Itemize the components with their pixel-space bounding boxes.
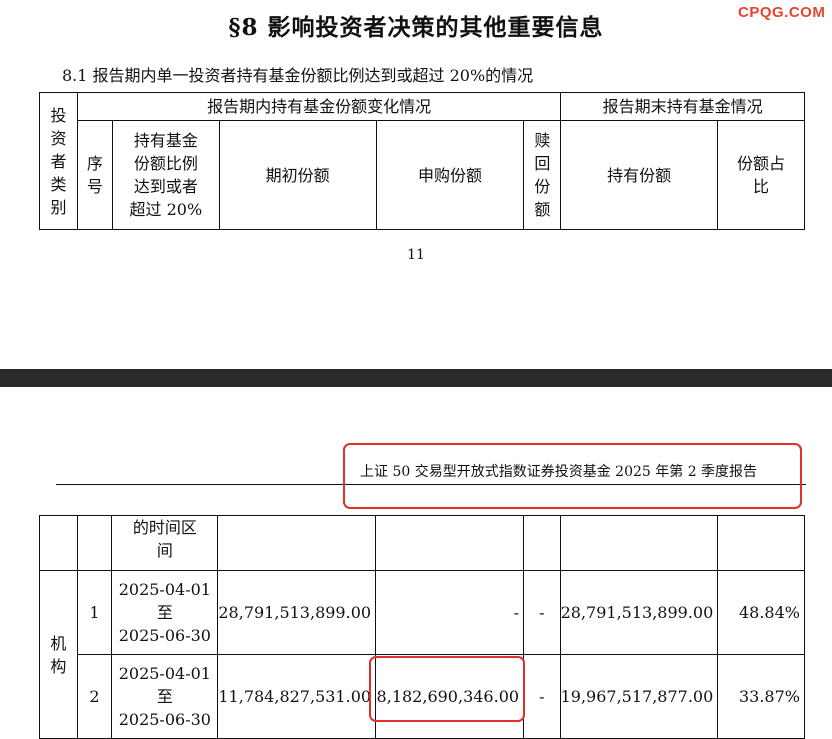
page-divider [0,369,832,387]
seq-header: 序号 [76,120,113,230]
row-period: 2025-04-01 至 2025-06-30 [111,654,219,739]
page-number: 11 [407,247,425,263]
subsection-title: 8.1 报告期内单一投资者持有基金份额比例达到或超过 20%的情况 [62,66,534,85]
subscribed-shares-header: 申购份额 [375,120,525,230]
period-end-header: 报告期末持有基金情况 [560,92,805,121]
row-subscribed: - [375,570,525,655]
initial-shares-header: 期初份额 [218,120,377,230]
report-name-highlight [343,443,802,509]
row-initial: 28,791,513,899.00 [217,570,377,655]
row-redeemed: - [523,570,561,655]
row-initial: 11,784,827,531.00 [217,654,377,739]
period-change-header: 报告期内持有基金份额变化情况 [76,92,562,121]
row-period: 2025-04-01 至 2025-06-30 [111,570,219,655]
share-ratio-header: 份额占比 [717,120,805,230]
row-held: 28,791,513,899.00 [559,570,719,655]
holder-table-header: 投资者类别 报告期内持有基金份额变化情况 报告期末持有基金情况 序号 持有基金份… [39,92,805,230]
investor-type-header: 投资者类别 [39,92,78,230]
investor-category: 机构 [39,570,78,739]
section-title: §8 影响投资者决策的其他重要信息 [228,14,604,41]
table-row: 机构 1 2025-04-01 至 2025-06-30 28,791,513,89… [39,570,805,739]
redeemed-shares-header: 赎回份额 [523,120,562,230]
held-shares-header: 持有份额 [560,120,719,230]
row-redeemed: - [523,654,561,739]
row-ratio: 33.87% [717,654,805,739]
row-ratio: 48.84% [717,570,805,655]
row-seq: 2 [76,654,113,739]
holding-range-header: 持有基金 份额比例 达到或者 超过 20% [111,120,220,230]
subscribed-value-highlight [369,656,525,722]
period-header-continued: 的时间区间 [111,515,219,571]
row-seq: 1 [76,570,113,655]
row-held: 19,967,517,877.00 [559,654,719,739]
